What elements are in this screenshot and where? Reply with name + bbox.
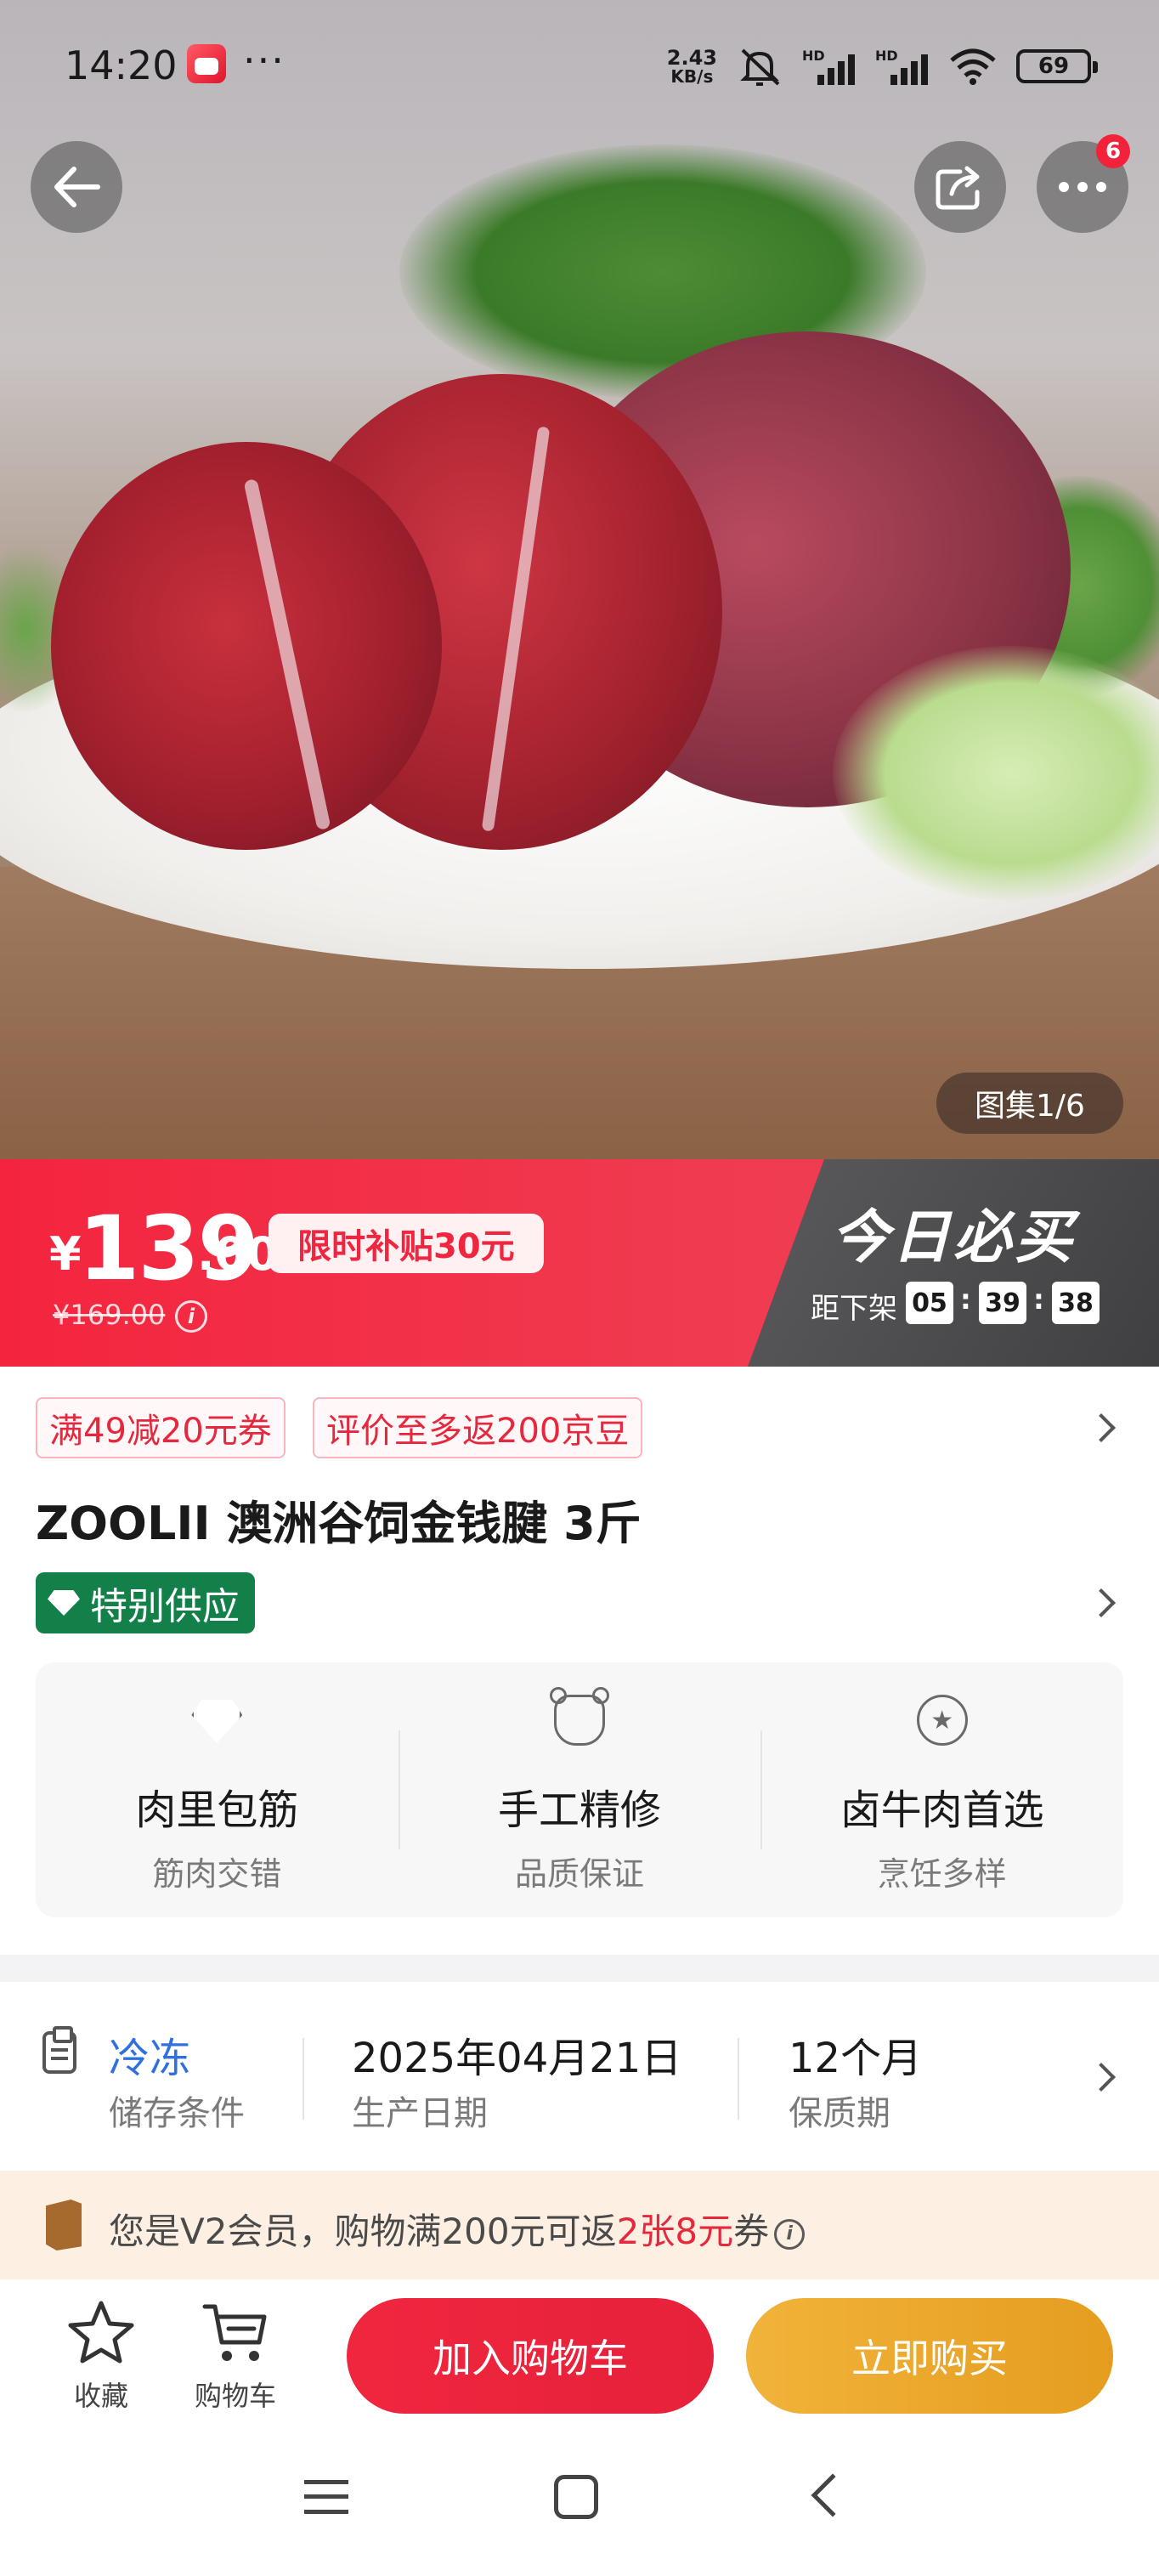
special-supply-label: 特别供应 [90, 1585, 240, 1628]
countdown-hours: 05 [906, 1282, 953, 1324]
chevron-right-icon[interactable] [1087, 1413, 1116, 1442]
feature-subtitle: 烹饪多样 [877, 1855, 1007, 1893]
silent-icon [740, 48, 780, 86]
feature-title: 卤牛肉首选 [840, 1786, 1044, 1834]
price-currency: ¥ [49, 1227, 82, 1281]
back-icon[interactable] [811, 2473, 855, 2517]
feature-subtitle: 品质保证 [515, 1855, 645, 1893]
price-banner: ¥ 139 .00 限时补贴30元 ¥169.00 i 今日必买 距下架 05 … [0, 1159, 1159, 1367]
feature-item: 卤牛肉首选 烹饪多样 [760, 1662, 1123, 1917]
divider [738, 2038, 739, 2120]
section-divider [0, 1955, 1159, 1982]
product-specs-row[interactable]: 冷冻 储存条件 2025年04月21日 生产日期 12个月 保质期 [0, 1982, 1159, 2171]
countdown-label: 距下架 [811, 1292, 897, 1326]
bottom-action-bar: 收藏 购物车 加入购物车 立即购买 [0, 2279, 1159, 2432]
shelf-life-value: 12个月 [789, 2035, 923, 2082]
member-card-icon [46, 2200, 82, 2250]
divider [302, 2038, 304, 2120]
signal-icon: HD [875, 48, 930, 85]
signal-icon: HD [802, 48, 857, 85]
share-icon [936, 166, 980, 210]
clipboard-icon [42, 2026, 76, 2074]
diamond-icon [191, 1700, 243, 1743]
countdown-minutes: 39 [979, 1282, 1026, 1324]
membership-highlight: 2张8元 [616, 2211, 734, 2252]
diamond-icon [48, 1590, 80, 1616]
chevron-right-icon[interactable] [1087, 1588, 1116, 1617]
home-icon[interactable] [554, 2475, 598, 2519]
cart-button[interactable]: 购物车 [180, 2298, 291, 2414]
coupon-tag[interactable]: 评价至多返200京豆 [313, 1397, 643, 1458]
production-date-label: 生产日期 [352, 2094, 488, 2133]
subsidy-tag: 限时补贴30元 [269, 1214, 544, 1273]
product-title: ZOOLII 澳洲谷饲金钱腱 3斤 [36, 1497, 642, 1550]
shelf-life-label: 保质期 [789, 2094, 890, 2133]
special-supply-badge[interactable]: 特别供应 [36, 1572, 255, 1633]
feature-highlights: 肉里包筋 筋肉交错 手工精修 品质保证 卤牛肉首选 烹饪多样 [36, 1662, 1123, 1917]
battery-level: 69 [1037, 54, 1070, 79]
cart-label: 购物车 [194, 2380, 276, 2412]
star-icon [68, 2301, 134, 2364]
countdown-separator: : [1033, 1283, 1044, 1316]
more-menu-button[interactable]: 6 [1037, 134, 1130, 233]
membership-text: 您是V2会员，购物满200元可返2张8元券 i [109, 2203, 806, 2255]
status-indicators: 2.43 KB/s HD HD 69 [667, 41, 1098, 92]
back-button[interactable] [31, 141, 122, 233]
network-speed-unit: KB/s [670, 66, 714, 87]
feature-item: 手工精修 品质保证 [398, 1662, 761, 1917]
membership-bar[interactable]: 您是V2会员，购物满200元可返2张8元券 i [0, 2171, 1159, 2279]
status-bar: 14:20 ··· 2.43 KB/s HD HD 69 [0, 0, 1159, 136]
original-price: ¥169.00 [53, 1299, 166, 1331]
add-to-cart-button[interactable]: 加入购物车 [347, 2298, 714, 2414]
today-must-buy-title: 今日必买 [831, 1204, 1077, 1271]
countdown-seconds: 38 [1052, 1282, 1100, 1324]
storage-value: 冷冻 [109, 2035, 191, 2082]
cow-icon [550, 1687, 609, 1746]
more-dots-icon [1059, 182, 1106, 192]
countdown-separator: : [960, 1283, 971, 1316]
jd-app-icon [187, 44, 226, 83]
status-more-icon: ··· [243, 37, 286, 83]
menu-icon[interactable] [304, 2480, 348, 2514]
membership-prefix: 您是V2会员，购物满200元可返 [109, 2211, 617, 2252]
favorite-button[interactable]: 收藏 [46, 2298, 156, 2414]
notification-badge: 6 [1096, 134, 1130, 168]
info-icon[interactable]: i [175, 1300, 207, 1333]
membership-suffix: 券 [733, 2211, 770, 2252]
feature-subtitle: 筋肉交错 [152, 1855, 282, 1893]
favorite-label: 收藏 [73, 2380, 128, 2412]
share-button[interactable] [914, 141, 1006, 233]
medal-icon [916, 1695, 968, 1746]
price-decimal: .00 [197, 1227, 279, 1281]
system-navigation-bar [0, 2432, 1159, 2576]
feature-title: 肉里包筋 [135, 1786, 299, 1834]
cart-icon [202, 2304, 267, 2361]
feature-item: 肉里包筋 筋肉交错 [36, 1662, 399, 1917]
chevron-right-icon[interactable] [1087, 2063, 1116, 2092]
status-time: 14:20 [65, 42, 178, 88]
info-icon[interactable]: i [774, 2218, 806, 2250]
network-speed: 2.43 KB/s [667, 48, 717, 85]
gallery-counter[interactable]: 图集1/6 [936, 1073, 1123, 1134]
arrow-left-icon [54, 167, 100, 207]
coupon-tag[interactable]: 满49减20元券 [36, 1397, 286, 1458]
storage-label: 储存条件 [109, 2094, 245, 2133]
buy-now-button[interactable]: 立即购买 [746, 2298, 1113, 2414]
wifi-icon [950, 48, 996, 85]
network-speed-value: 2.43 [666, 46, 717, 70]
battery-icon: 69 [1016, 49, 1098, 83]
beef-shank [51, 442, 442, 850]
production-date-value: 2025年04月21日 [352, 2035, 682, 2082]
feature-title: 手工精修 [498, 1786, 662, 1834]
